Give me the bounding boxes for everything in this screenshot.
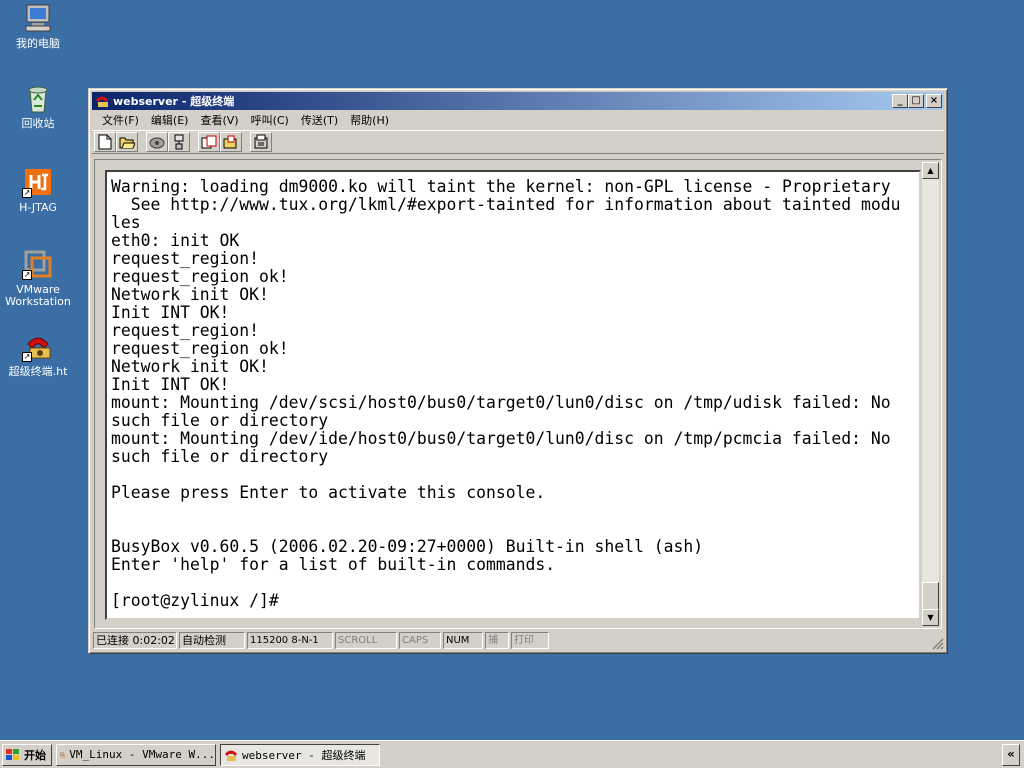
hyperterminal-icon: [225, 750, 237, 761]
vmware-icon: [60, 751, 66, 758]
scroll-thumb[interactable]: [922, 582, 939, 610]
receive-icon: [223, 135, 237, 149]
menu-transfer[interactable]: 传送(T): [295, 112, 344, 128]
terminal-line: request_region ok!: [111, 339, 289, 358]
terminal-line: mount: Mounting /dev/scsi/host0/bus0/tar…: [111, 393, 891, 412]
vmware-icon: ↗: [22, 248, 54, 280]
tray-expand-button[interactable]: «: [1002, 744, 1020, 766]
menu-call[interactable]: 呼叫(C): [245, 112, 295, 128]
task-hyperterminal[interactable]: webserver - 超级终端: [220, 743, 380, 766]
terminal-line: request_region ok!: [111, 267, 289, 286]
status-bar: 已连接 0:02:02 自动检测 115200 8-N-1 SCROLL CAP…: [92, 630, 944, 650]
task-label: webserver - 超级终端: [242, 748, 366, 762]
windows-logo-icon: [6, 748, 19, 760]
terminal-line: Warning: loading dm9000.ko will taint th…: [111, 177, 891, 196]
recycle-bin-icon: [22, 82, 54, 114]
shortcut-arrow-icon: ↗: [22, 352, 32, 362]
desktop-icon-label: 回收站: [21, 117, 55, 130]
status-connected: 已连接 0:02:02: [93, 631, 177, 649]
terminal-line: Init INT OK!: [111, 375, 230, 394]
disconnect-icon: [174, 134, 184, 150]
maximize-button[interactable]: □: [908, 94, 924, 108]
start-button[interactable]: 开始: [2, 743, 52, 766]
call-button[interactable]: [146, 132, 168, 152]
taskbar: 开始 VM_Linux - VMware W... webserver - 超级…: [0, 740, 1024, 768]
desktop-icon-label: H-JTAG: [19, 201, 57, 214]
terminal-area: Warning: loading dm9000.ko will taint th…: [94, 159, 942, 629]
send-icon: [201, 135, 217, 149]
window-title: webserver - 超级终端: [113, 95, 235, 108]
terminal-line: See http://www.tux.org/lkml/#export-tain…: [111, 195, 901, 214]
shortcut-arrow-icon: ↗: [22, 270, 32, 280]
terminal-line: such file or directory: [111, 447, 329, 466]
terminal-line: eth0: init OK: [111, 231, 240, 250]
status-capture: 捕: [485, 631, 509, 649]
receive-button[interactable]: [220, 132, 242, 152]
terminal-line: les: [111, 213, 141, 232]
terminal-line: Network init OK!: [111, 357, 269, 376]
desktop-icon-label: 我的电脑: [16, 37, 60, 50]
computer-icon: [22, 2, 54, 34]
send-button[interactable]: [198, 132, 220, 152]
menu-edit[interactable]: 编辑(E): [145, 112, 195, 128]
vertical-scrollbar[interactable]: ▲ ▼: [922, 162, 939, 626]
status-caps: CAPS: [399, 631, 441, 649]
terminal-line: such file or directory: [111, 411, 329, 430]
desktop-icon-vmware[interactable]: ↗ VMware Workstation: [0, 248, 76, 308]
hyperterminal-icon: ↗: [22, 330, 54, 362]
status-num: NUM: [443, 631, 483, 649]
terminal-line: Init INT OK!: [111, 303, 230, 322]
call-icon: [149, 137, 165, 149]
hyperterminal-window: webserver - 超级终端 _ □ × 文件(F) 编辑(E) 查看(V)…: [88, 88, 948, 654]
disconnect-button[interactable]: [168, 132, 190, 152]
hyperterminal-icon: [94, 94, 110, 108]
terminal-line: mount: Mounting /dev/ide/host0/bus0/targ…: [111, 429, 891, 448]
shortcut-arrow-icon: ↗: [22, 188, 32, 198]
status-detect: 自动检测: [179, 631, 245, 649]
terminal-line: [root@zylinux /]#: [111, 591, 279, 610]
title-buttons: _ □ ×: [892, 94, 942, 108]
menu-view[interactable]: 查看(V): [194, 112, 244, 128]
open-button[interactable]: [116, 132, 138, 152]
task-vmware[interactable]: VM_Linux - VMware W...: [56, 743, 216, 766]
status-print: 打印: [511, 631, 549, 649]
start-label: 开始: [24, 748, 46, 762]
status-baud: 115200 8-N-1: [247, 631, 333, 649]
desktop-icon-label: VMware Workstation: [5, 283, 71, 308]
menu-file[interactable]: 文件(F): [96, 112, 145, 128]
task-label: VM_Linux - VMware W...: [69, 748, 215, 761]
desktop-icon-label: 超级终端.ht: [8, 365, 68, 378]
terminal-line: request_region!: [111, 321, 260, 340]
desktop-icon-hyperterminal[interactable]: ↗ 超级终端.ht: [0, 330, 76, 378]
desktop-icon-my-computer[interactable]: 我的电脑: [0, 2, 76, 50]
status-scroll: SCROLL: [335, 631, 397, 649]
terminal-line: Enter 'help' for a list of built-in comm…: [111, 555, 556, 574]
terminal-line: Please press Enter to activate this cons…: [111, 483, 546, 502]
scroll-up-button[interactable]: ▲: [922, 162, 939, 179]
scroll-down-button[interactable]: ▼: [922, 609, 939, 626]
minimize-button[interactable]: _: [892, 94, 908, 108]
hjtag-icon: ↗: [22, 166, 54, 198]
menu-bar: 文件(F) 编辑(E) 查看(V) 呼叫(C) 传送(T) 帮助(H): [92, 110, 944, 130]
open-icon: [119, 137, 135, 149]
terminal-line: BusyBox v0.60.5 (2006.02.20-09:27+0000) …: [111, 537, 704, 556]
terminal-line: request_region!: [111, 249, 260, 268]
close-button[interactable]: ×: [926, 94, 942, 108]
window-titlebar[interactable]: webserver - 超级终端 _ □ ×: [92, 92, 944, 110]
terminal-output[interactable]: Warning: loading dm9000.ko will taint th…: [105, 170, 921, 620]
desktop-icon-hjtag[interactable]: ↗ H-JTAG: [0, 166, 76, 214]
properties-button[interactable]: [250, 132, 272, 152]
new-icon: [98, 134, 112, 150]
properties-icon: [254, 134, 268, 149]
desktop-icon-recycle-bin[interactable]: 回收站: [0, 82, 76, 130]
toolbar: [92, 130, 944, 154]
terminal-line: Network init OK!: [111, 285, 269, 304]
new-button[interactable]: [94, 132, 116, 152]
menu-help[interactable]: 帮助(H): [344, 112, 395, 128]
resize-grip-icon[interactable]: [930, 636, 944, 650]
